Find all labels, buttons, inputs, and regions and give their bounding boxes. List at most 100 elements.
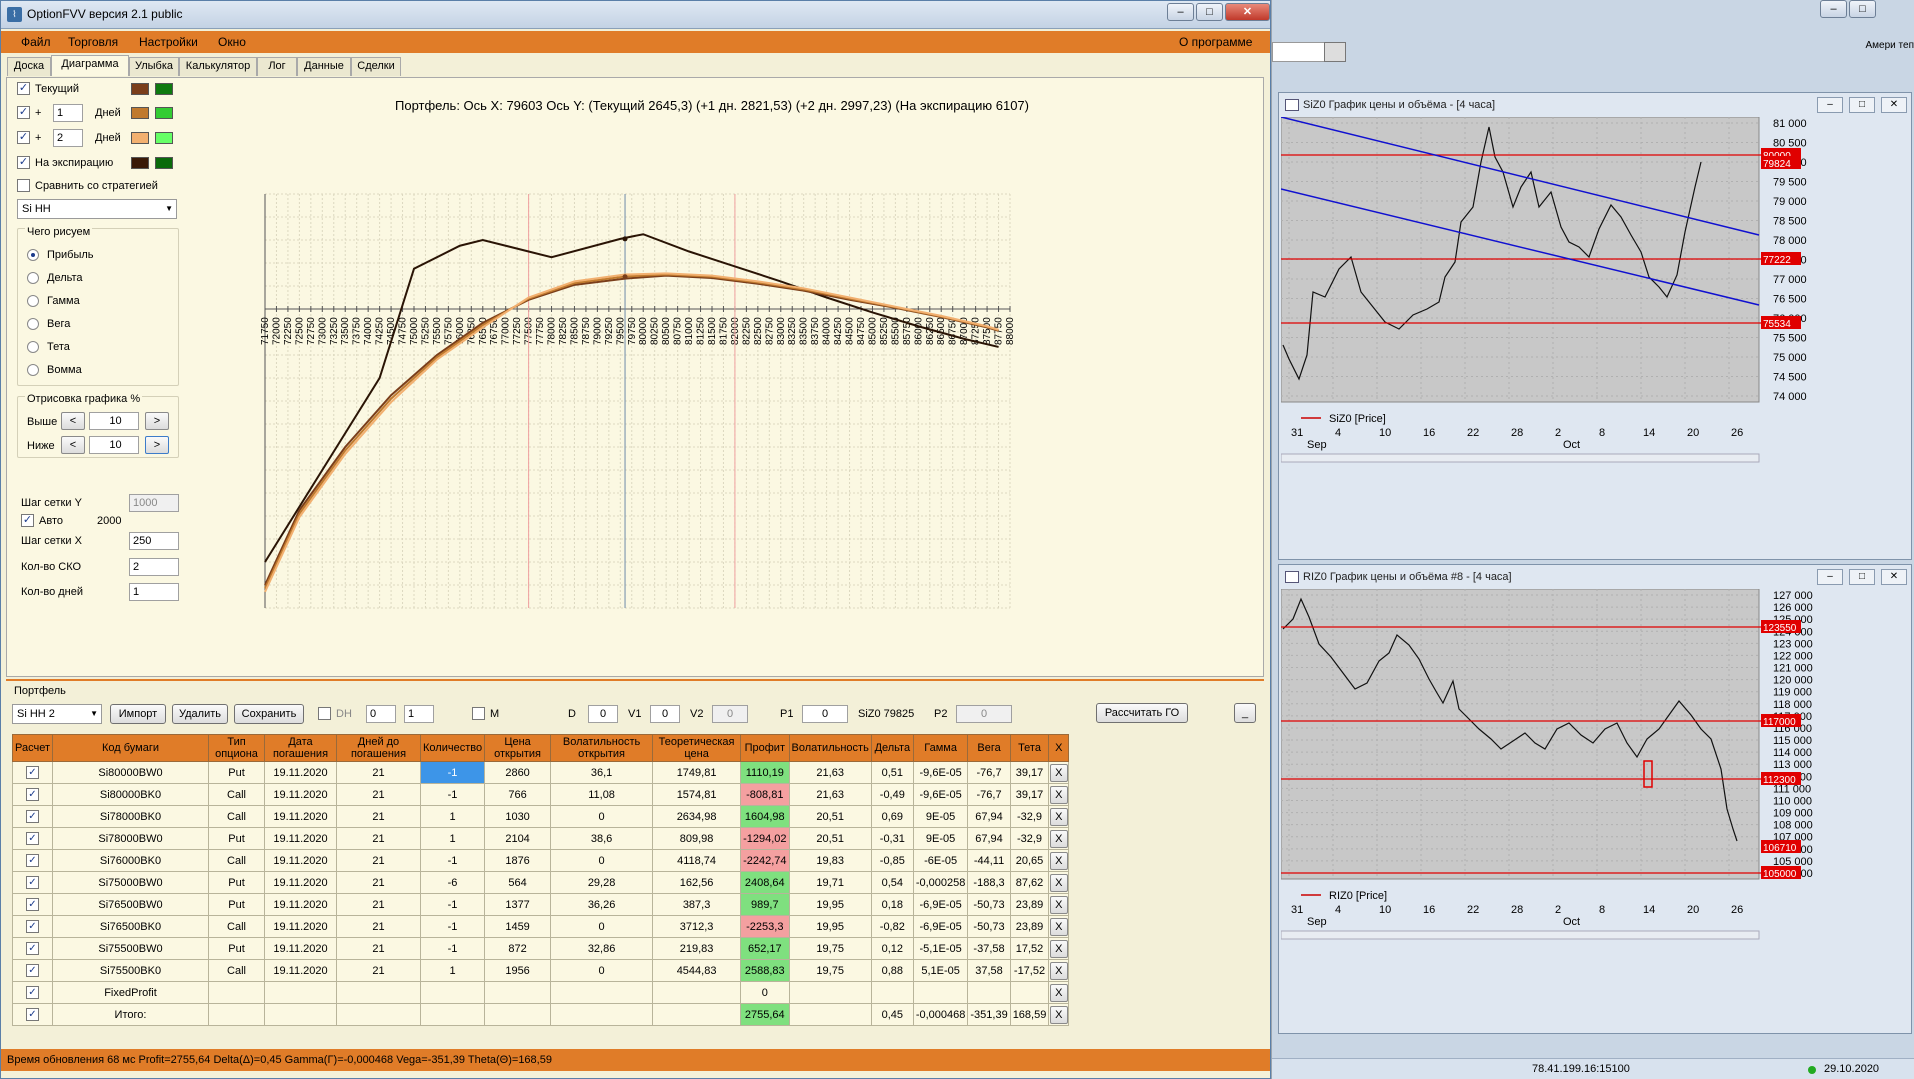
plus-days-2-input[interactable]: 2 xyxy=(53,129,83,147)
calc-cell[interactable]: ✓ xyxy=(12,783,53,806)
delete-row-button[interactable]: X xyxy=(1049,785,1068,804)
delete-row-button[interactable]: X xyxy=(1049,807,1068,826)
grid-y-input[interactable]: 1000 xyxy=(129,494,179,512)
radio-delta[interactable] xyxy=(27,272,39,284)
current-color-swatch[interactable] xyxy=(131,83,149,95)
current-checkbox[interactable]: ✓ xyxy=(17,82,30,95)
below-decrease-button[interactable]: < xyxy=(61,436,85,454)
radio-gamma[interactable] xyxy=(27,295,39,307)
row-checkbox[interactable]: ✓ xyxy=(26,986,39,999)
chart2-close-button[interactable]: ✕ xyxy=(1881,569,1907,585)
above-input[interactable]: 10 xyxy=(89,412,139,430)
table-row[interactable]: ✓ Si78000BK0 Call 19.11.2020 21 1 1030 0 2634,98… xyxy=(12,805,1070,828)
delete-row-button[interactable]: X xyxy=(1049,873,1068,892)
calc-cell[interactable]: ✓ xyxy=(12,827,53,850)
delete-cell[interactable]: X xyxy=(1048,783,1070,806)
riz0-price-chart[interactable]: 127 000126 000125 000124 000123 000122 0… xyxy=(1281,589,1909,1031)
table-cell[interactable]: 1 xyxy=(419,959,486,982)
tab-data[interactable]: Данные xyxy=(297,57,351,76)
payoff-chart[interactable]: 1000080006000400020000-2000-4000-6000-80… xyxy=(257,158,1267,678)
calc-cell[interactable]: ✓ xyxy=(12,805,53,828)
expiration-checkbox[interactable]: ✓ xyxy=(17,156,30,169)
delete-cell[interactable]: X xyxy=(1048,761,1070,784)
column-header[interactable]: Тип опциона xyxy=(208,734,265,762)
below-increase-button[interactable]: > xyxy=(145,436,169,454)
delete-cell[interactable]: X xyxy=(1048,981,1070,1004)
table-cell[interactable]: 1 xyxy=(419,827,486,850)
radio-theta[interactable] xyxy=(27,341,39,353)
delete-row-button[interactable]: X xyxy=(1049,917,1068,936)
above-increase-button[interactable]: > xyxy=(145,412,169,430)
plus2-color-swatch[interactable] xyxy=(131,132,149,144)
calc-cell[interactable]: ✓ xyxy=(12,893,53,916)
row-checkbox[interactable]: ✓ xyxy=(26,1008,39,1021)
column-header[interactable]: Дельта xyxy=(870,734,914,762)
column-header[interactable]: Тета xyxy=(1009,734,1050,762)
calc-cell[interactable]: ✓ xyxy=(12,915,53,938)
calc-cell[interactable]: ✓ xyxy=(12,959,53,982)
tab-diagram[interactable]: Диаграмма xyxy=(51,55,129,76)
tab-smile[interactable]: Улыбка xyxy=(129,57,179,76)
toolbar-icon[interactable] xyxy=(1324,42,1346,62)
column-header[interactable]: Гамма xyxy=(912,734,969,762)
chart1-close-button[interactable]: ✕ xyxy=(1881,97,1907,113)
tab-calculator[interactable]: Калькулятор xyxy=(179,57,257,76)
radio-vomma[interactable] xyxy=(27,364,39,376)
portfolio-select[interactable]: Si HH 2 ▼ xyxy=(12,704,102,724)
d-input[interactable]: 0 xyxy=(588,705,618,723)
right-restore-button[interactable]: □ xyxy=(1849,0,1876,18)
plus-days-2-checkbox[interactable]: ✓ xyxy=(17,131,30,144)
delete-cell[interactable]: X xyxy=(1048,1003,1070,1026)
table-row[interactable]: ✓ Si78000BW0 Put 19.11.2020 21 1 2104 38,6 809,9… xyxy=(12,827,1070,850)
dh-spinner-1[interactable]: 0 xyxy=(366,705,396,723)
row-checkbox[interactable]: ✓ xyxy=(26,766,39,779)
delete-row-button[interactable]: X xyxy=(1049,851,1068,870)
row-checkbox[interactable]: ✓ xyxy=(26,964,39,977)
table-row[interactable]: ✓ Si76000BK0 Call 19.11.2020 21 -1 1876 0 4118,7… xyxy=(12,849,1070,872)
v2-input[interactable]: 0 xyxy=(712,705,748,723)
delete-cell[interactable]: X xyxy=(1048,871,1070,894)
fixed-profit-value[interactable]: 0 xyxy=(740,981,790,1004)
calc-cell[interactable]: ✓ xyxy=(12,761,53,784)
calc-cell[interactable]: ✓ xyxy=(12,1003,53,1026)
table-cell[interactable]: -1 xyxy=(419,915,486,938)
radio-vega[interactable] xyxy=(27,318,39,330)
grid-x-input[interactable]: 250 xyxy=(129,532,179,550)
menu-trading[interactable]: Торговля xyxy=(68,35,118,49)
delete-row-button[interactable]: X xyxy=(1049,829,1068,848)
table-cell[interactable]: -1 xyxy=(419,893,486,916)
row-checkbox[interactable]: ✓ xyxy=(26,898,39,911)
tab-deals[interactable]: Сделки xyxy=(351,57,401,76)
column-header[interactable]: Вега xyxy=(967,734,1011,762)
portfolio-minimize-button[interactable]: _ xyxy=(1234,703,1256,723)
delete-button[interactable]: Удалить xyxy=(172,704,228,724)
row-checkbox[interactable]: ✓ xyxy=(26,788,39,801)
delete-cell[interactable]: X xyxy=(1048,937,1070,960)
row-checkbox[interactable]: ✓ xyxy=(26,942,39,955)
p2-input[interactable]: 0 xyxy=(956,705,1012,723)
table-cell[interactable]: 1 xyxy=(419,805,486,828)
m-checkbox[interactable] xyxy=(472,707,485,720)
table-row[interactable]: ✓ Si76500BK0 Call 19.11.2020 21 -1 1459 0 3712,3… xyxy=(12,915,1070,938)
close-button[interactable]: ✕ xyxy=(1225,3,1270,21)
tab-log[interactable]: Лог xyxy=(257,57,297,76)
calc-go-button[interactable]: Рассчитать ГО xyxy=(1096,703,1188,723)
column-header[interactable]: X xyxy=(1048,734,1070,762)
p1-input[interactable]: 0 xyxy=(802,705,848,723)
import-button[interactable]: Импорт xyxy=(110,704,166,724)
column-header[interactable]: Количество xyxy=(419,734,486,762)
column-header[interactable]: Профит xyxy=(740,734,790,762)
column-header[interactable]: Волатильность xyxy=(788,734,872,762)
strategy-select[interactable]: Si HH ▼ xyxy=(17,199,177,219)
menu-window[interactable]: Окно xyxy=(218,35,246,49)
right-minimize-button[interactable]: ‒ xyxy=(1820,0,1847,18)
auto-checkbox[interactable]: ✓ xyxy=(21,514,34,527)
column-header[interactable]: Цена открытия xyxy=(484,734,552,762)
menu-settings[interactable]: Настройки xyxy=(139,35,198,49)
siz0-price-chart[interactable]: 81 00080 50080 00079 50079 00078 50078 0… xyxy=(1281,117,1909,557)
row-checkbox[interactable]: ✓ xyxy=(26,920,39,933)
row-checkbox[interactable]: ✓ xyxy=(26,876,39,889)
delete-cell[interactable]: X xyxy=(1048,849,1070,872)
delete-row-button[interactable]: X xyxy=(1049,1005,1068,1024)
column-header[interactable]: Волатильность открытия xyxy=(550,734,654,762)
